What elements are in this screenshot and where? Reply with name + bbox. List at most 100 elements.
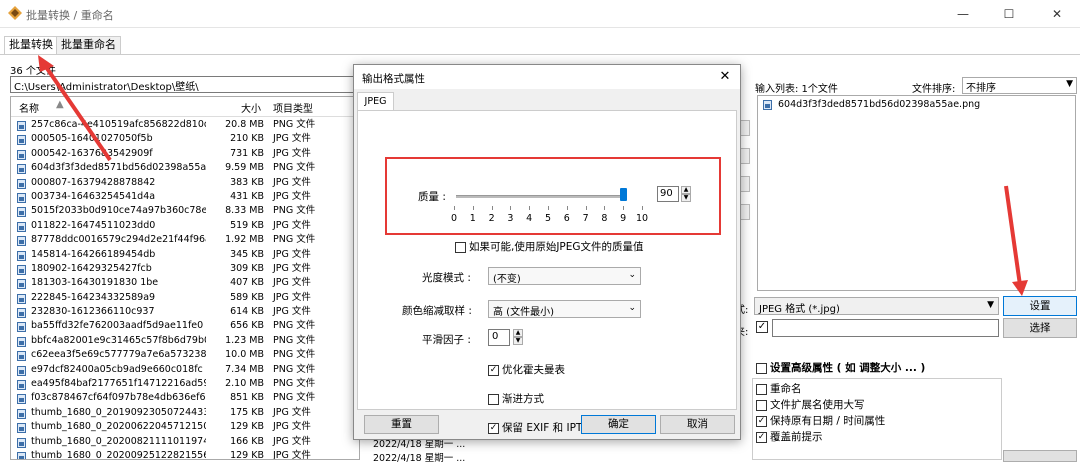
format-select[interactable]: JPEG 格式 (*.jpg) ▼	[754, 297, 999, 315]
file-type: JPG 文件	[273, 406, 311, 418]
checkbox-box: ✓	[756, 431, 767, 443]
file-row[interactable]: thumb_1680_0_20200821111011974 166 KB JPG …	[11, 435, 359, 449]
ok-button[interactable]: 确定	[581, 415, 656, 434]
column-size[interactable]: 大小	[241, 100, 261, 115]
file-row[interactable]: 011822-16474511023dd0 519 KB JPG 文件	[11, 219, 359, 233]
input-list[interactable]: 604d3f3f3ded8571bd56d02398a55ae.png	[757, 95, 1076, 291]
file-row[interactable]: e97dcf82400a05cb9ad9e660c018fc 7.34 MB PNG…	[11, 363, 359, 377]
image-file-icon	[17, 121, 26, 131]
close-button[interactable]: ✕	[1034, 0, 1080, 28]
image-file-icon	[763, 100, 772, 110]
image-file-icon	[17, 135, 26, 146]
file-row[interactable]: ba55ffd32fe762003aadf5d9ae11fe0 656 KB PNG…	[11, 319, 359, 333]
light-mode-select[interactable]: (不变) ⌄	[488, 267, 641, 285]
original-quality-checkbox[interactable]: 如果可能,使用原始JPEG文件的质量值	[455, 241, 644, 255]
spin-down-icon[interactable]: ▼	[513, 337, 523, 345]
checkbox-box	[455, 241, 466, 253]
file-name: thumb_1680_0_20200622045712150	[31, 421, 206, 433]
checkbox-box	[488, 393, 499, 405]
file-row[interactable]: 003734-16463254541d4a 431 KB JPG 文件	[11, 190, 359, 204]
file-size: 383 KB	[230, 176, 264, 188]
output-folder-input[interactable]	[772, 319, 999, 337]
file-count: 36 个文件	[10, 66, 56, 77]
advanced-options-checkbox[interactable]: 设置高级属性 ( 如 调整大小 ... )	[756, 362, 925, 376]
file-row[interactable]: bbfc4a82001e9c31465c57f8b6d79b0 1.23 MB PN…	[11, 334, 359, 348]
file-row[interactable]: 232830-1612366110c937 614 KB JPG 文件	[11, 305, 359, 319]
option-checkbox[interactable]: ✓ 覆盖前提示	[756, 431, 823, 445]
slider-tick	[529, 206, 531, 210]
file-row[interactable]: 000542-1637683542909f 731 KB JPG 文件	[11, 147, 359, 161]
file-row[interactable]: c62eea3f5e69c577779a7e6a5732386 10.0 MB PN…	[11, 348, 359, 362]
optimize-huffman-checkbox[interactable]: ✓ 优化霍夫曼表	[488, 364, 565, 378]
option-checkbox[interactable]: 重命名	[756, 383, 802, 397]
column-type[interactable]: 项目类型	[273, 100, 313, 115]
image-file-icon	[17, 236, 26, 247]
sort-asc-icon: ▲	[56, 99, 64, 110]
tick-label: 5	[544, 213, 552, 224]
sort-select[interactable]: 不排序 ▼	[962, 77, 1077, 94]
file-row[interactable]: 180902-16429325427fcb 309 KB JPG 文件	[11, 262, 359, 276]
minimize-button[interactable]: —	[940, 0, 986, 28]
option-label: 文件扩展名使用大写	[770, 399, 865, 411]
file-size: 2.10 MB	[225, 378, 264, 390]
file-row[interactable]: 181303-16430191830 1be 407 KB JPG 文件	[11, 276, 359, 290]
dialog-close-icon[interactable]: ✕	[714, 67, 736, 87]
option-checkbox[interactable]: 文件扩展名使用大写	[756, 399, 865, 413]
file-row[interactable]: f03c878467cf64f097b78e4db636ef6 851 KB PNG…	[11, 391, 359, 405]
smooth-input[interactable]: 0	[488, 329, 510, 346]
file-list[interactable]: 名称 ▲ 大小 项目类型 257c86ca-4e410519afc856822d…	[10, 96, 360, 460]
file-type: JPG 文件	[273, 277, 311, 289]
file-row[interactable]: thumb_1680_0_20190923050724433 175 KB JPG …	[11, 406, 359, 420]
file-size: 20.8 MB	[225, 119, 264, 130]
image-file-icon	[17, 322, 26, 333]
color-sampling-select[interactable]: 高 (文件最小) ⌄	[488, 300, 641, 318]
file-row[interactable]: 87778ddc0016579c294d2e21f44f96a 1.92 MB PN…	[11, 233, 359, 247]
file-row[interactable]: 257c86ca-4e410519afc856822d810d 20.8 MB PN…	[11, 118, 359, 132]
tab-batch-rename[interactable]: 批量重命名	[56, 36, 121, 54]
file-row[interactable]: thumb_1680_0_20200925122821556 129 KB JPG …	[11, 449, 359, 459]
file-type: JPG 文件	[273, 306, 311, 318]
file-type: JPG 文件	[273, 248, 311, 260]
chevron-down-icon: ▼	[1066, 79, 1073, 89]
spin-up-icon[interactable]: ▲	[513, 329, 523, 337]
file-size: 851 KB	[230, 392, 264, 404]
file-type: JPG 文件	[273, 133, 311, 145]
file-type: PNG 文件	[273, 334, 316, 346]
tab-batch-convert[interactable]: 批量转换	[4, 36, 58, 55]
tick-label: 1	[469, 213, 476, 224]
file-size: 7.34 MB	[225, 363, 264, 375]
file-row[interactable]: 000505-16401027050f5b 210 KB JPG 文件	[11, 132, 359, 146]
dialog-title-bar: 输出格式属性 ✕	[354, 65, 740, 89]
choose-button[interactable]: 选择	[1003, 318, 1077, 338]
start-button[interactable]	[1003, 450, 1077, 462]
checkbox-box: ✓	[488, 364, 499, 376]
progressive-checkbox[interactable]: 渐进方式	[488, 393, 544, 407]
file-row[interactable]: thumb_1680_0_20200622045712150 129 KB JPG …	[11, 420, 359, 434]
folder-checkbox[interactable]: ✓	[756, 321, 768, 333]
file-row[interactable]: ea495f84baf2177651f14712216ad59 2.10 MB PN…	[11, 377, 359, 391]
checkbox-box	[756, 399, 767, 411]
settings-button[interactable]: 设置	[1003, 296, 1077, 316]
tab-jpeg[interactable]: JPEG	[357, 92, 394, 110]
image-file-icon	[17, 264, 26, 275]
file-type: JPG 文件	[273, 262, 311, 274]
cancel-button[interactable]: 取消	[660, 415, 735, 434]
column-name[interactable]: 名称	[19, 100, 39, 115]
file-size: 614 KB	[230, 306, 264, 318]
path-input[interactable]: C:\Users\Administrator\Desktop\壁纸\	[10, 76, 355, 93]
checkbox-box: ✓	[756, 415, 767, 427]
file-row[interactable]: 222845-164234332589a9 589 KB JPG 文件	[11, 291, 359, 305]
reset-button[interactable]: 重置	[364, 415, 439, 434]
file-name: e97dcf82400a05cb9ad9e660c018fc	[31, 363, 203, 375]
option-checkbox[interactable]: ✓ 保持原有日期 / 时间属性	[756, 415, 885, 429]
file-type: PNG 文件	[273, 378, 316, 390]
chevron-down-icon: ⌄	[628, 303, 636, 313]
file-size: 10.0 MB	[225, 349, 264, 361]
input-list-item[interactable]: 604d3f3f3ded8571bd56d02398a55ae.png	[778, 99, 980, 110]
file-row[interactable]: 145814-164266189454db 345 KB JPG 文件	[11, 248, 359, 262]
maximize-button[interactable]: ☐	[986, 0, 1032, 28]
file-row[interactable]: 604d3f3f3ded8571bd56d02398a55ae 9.59 MB PN…	[11, 161, 359, 175]
file-row[interactable]: 5015f2033b0d910ce74a97b360c78ea 8.33 MB PN…	[11, 204, 359, 218]
file-row[interactable]: 000807-16379428878842 383 KB JPG 文件	[11, 176, 359, 190]
file-name: c62eea3f5e69c577779a7e6a5732386	[31, 349, 206, 361]
